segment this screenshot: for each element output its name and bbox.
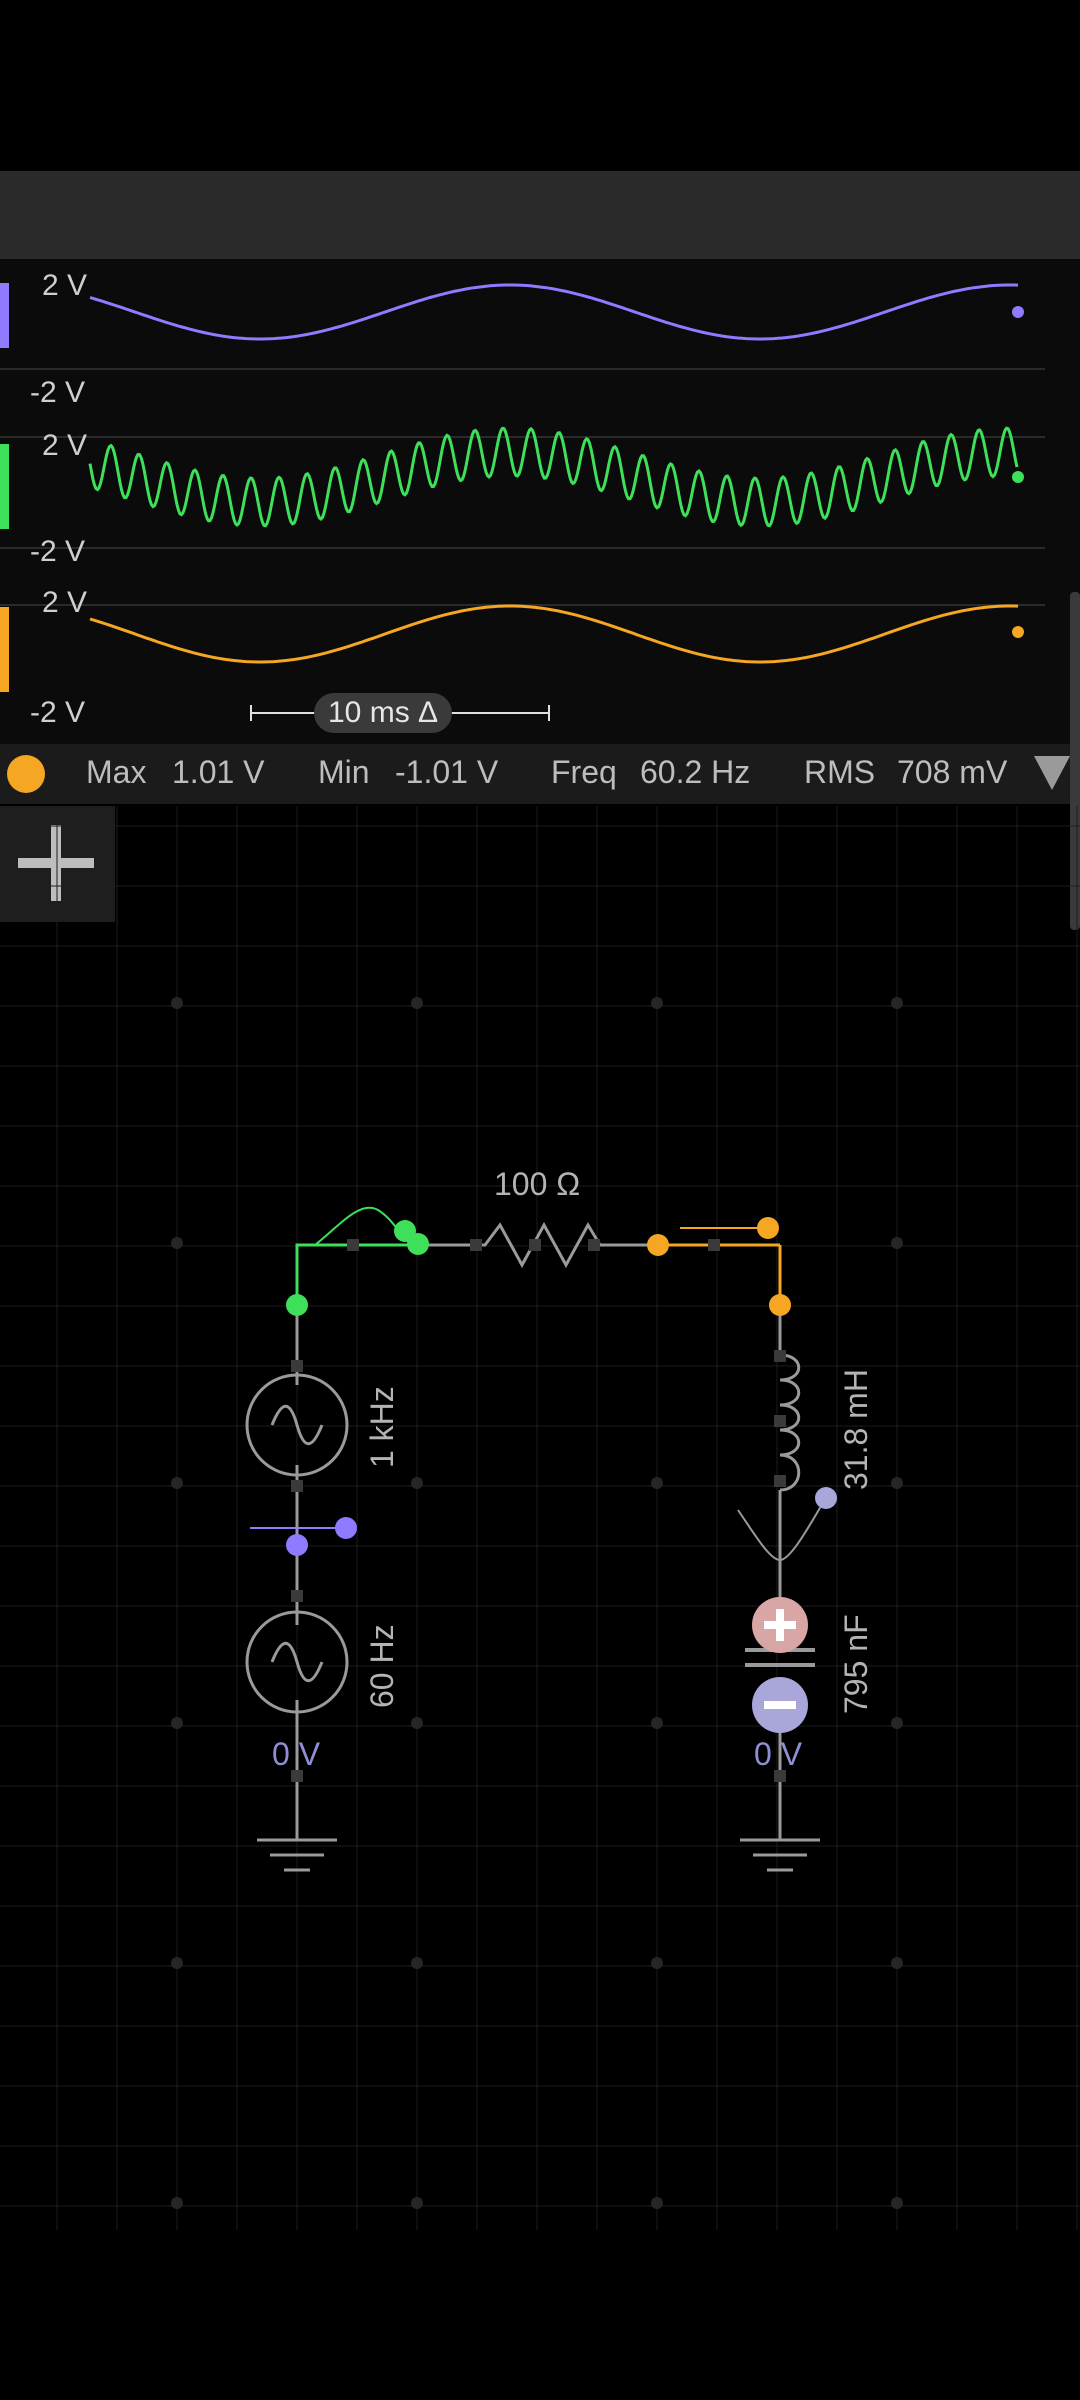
inductor-label: 31.8 mH: [838, 1369, 874, 1490]
purple-probe-handle: [335, 1517, 357, 1539]
green-probe-node: [286, 1294, 308, 1316]
purple-probe-node: [286, 1534, 308, 1556]
resistor-label: 100 Ω: [494, 1166, 581, 1202]
ground-right: [740, 1838, 820, 1872]
capacitor[interactable]: [745, 1597, 815, 1733]
left-ground-voltage: 0 V: [272, 1736, 321, 1772]
orange-probe-handle: [757, 1217, 779, 1239]
source2-frequency-label: 60 Hz: [364, 1624, 400, 1708]
capacitor-label: 795 nF: [838, 1614, 874, 1714]
orange-probe-node: [647, 1234, 669, 1256]
circuit-wires: [295, 1243, 782, 1840]
source1-frequency-label: 1 kHz: [364, 1386, 400, 1468]
lavender-probe-handle: [815, 1487, 837, 1509]
right-ground-voltage: 0 V: [754, 1736, 803, 1772]
